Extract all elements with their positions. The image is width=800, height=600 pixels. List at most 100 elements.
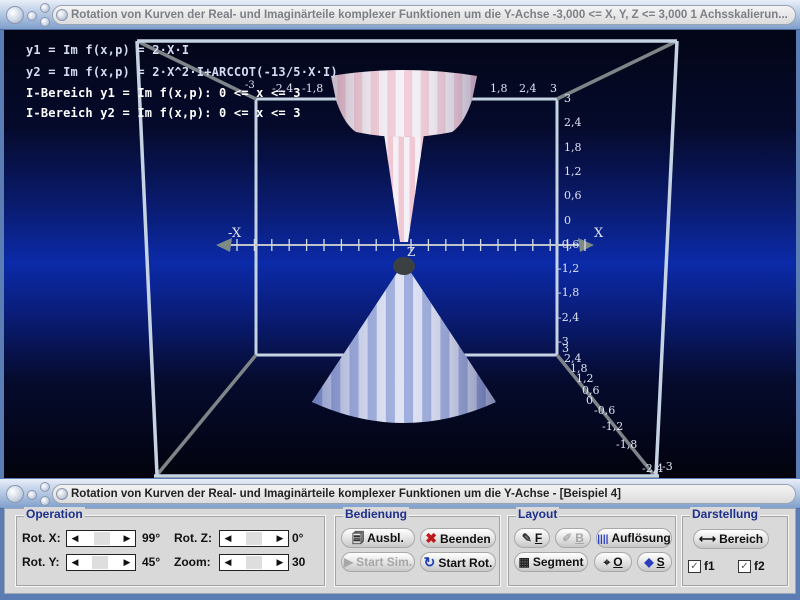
slider-thumb[interactable] [246,532,262,545]
bedienung-title: Bedienung [343,507,409,521]
range-y1: I-Bereich y1 = Im f(x,p): 0 <= x <= 3 [26,86,301,100]
zoom-slider[interactable]: ◀ ▶ [219,554,289,571]
panel-maximize-button[interactable] [40,482,50,492]
light-b-button[interactable]: ✐ B [555,528,591,548]
diagonal-axis-tick-label: -1,2 [602,420,624,433]
crosshair-icon: ⌖ [603,555,611,569]
scroll-left-icon[interactable]: ◀ [68,531,82,546]
layout-title: Layout [516,507,560,521]
scroll-left-icon[interactable]: ◀ [68,555,82,570]
neg-x-axis-label: -X [228,226,242,241]
diagonal-axis-tick-label: -0,6 [594,404,616,417]
maximize-window-button[interactable] [40,3,50,13]
f2-label: f2 [754,559,765,573]
cone-tip-cap [393,257,415,275]
control-panel: Operation Rot. X: ◀ ▶ 99° Rot. Y: ◀ ▶ 45° … [4,507,796,594]
bedienung-group: Bedienung 🗐 Ausbl. ✖ Beenden ▶ Start Sim. ↻… [334,507,501,587]
f1-checkbox[interactable]: ✓ [688,560,701,573]
scroll-right-icon[interactable]: ▶ [273,555,287,570]
window-title-field: Rotation von Kurven der Real- und Imagin… [52,5,796,25]
document-icon: 🗐 [352,531,365,545]
panel-title: Rotation von Kurven der Real- und Imagin… [71,488,621,500]
panel-window-controls [4,481,54,507]
bereich-button[interactable]: ⟷ Bereich [693,529,769,549]
restore-window-button[interactable] [40,17,50,27]
diagonal-axis-tick-label: -1,8 [616,438,638,451]
darstellung-group: Darstellung ⟷ Bereich ✓ f1 ✓ f2 [681,507,789,587]
top-tick: -2,4 [272,82,294,95]
scroll-right-icon[interactable]: ▶ [120,555,134,570]
rot-x-value: 99° [142,531,161,545]
start-sim-button[interactable]: ▶ Start Sim. [341,552,415,572]
right-axis-tick-label: -2,4 [558,310,580,324]
surface-stripe [398,134,405,242]
top-tick: -3 [245,80,255,91]
surface-stripe [470,70,477,137]
3d-plot-viewport[interactable]: y1 = Im f(x,p) = 2·X·I y2 = Im f(x,p) = … [4,30,796,478]
zoom-value: 30 [292,555,306,569]
right-axis-tick-label: -0,6 [558,237,580,251]
panel-minimize-button[interactable] [27,490,37,500]
minimize-window-button[interactable] [27,11,37,21]
app-window: Rotation von Kurven der Real- und Imagin… [0,0,800,600]
panel-title-bar[interactable]: Rotation von Kurven der Real- und Imagin… [0,479,800,509]
surface-stripe [384,134,388,242]
scroll-left-icon[interactable]: ◀ [221,555,235,570]
brush-icon: ✎ [521,531,532,545]
panel-close-button[interactable] [6,485,24,503]
surface-stripe [387,134,394,242]
layout-group: Layout ✎ F ✐ B |||| Auflösung ▦ Segment ⌖ O ◆… [507,507,677,587]
aufloesung-button[interactable]: |||| Auflösung [596,528,672,548]
panel-title-field: Rotation von Kurven der Real- und Imagin… [52,484,796,504]
grid-icon: ▦ [518,555,530,569]
window-controls [4,2,54,28]
resolution-icon: |||| [597,534,609,545]
close-x-icon: ✖ [425,530,438,546]
f1-label: f1 [704,559,715,573]
slider-thumb[interactable] [94,532,111,545]
scroll-right-icon[interactable]: ▶ [273,531,287,546]
beenden-button[interactable]: ✖ Beenden [420,528,496,548]
slider-thumb[interactable] [246,556,262,569]
pos-x-axis-label: X [594,226,604,241]
right-axis-tick-label: 2,4 [564,116,582,130]
scroll-right-icon[interactable]: ▶ [120,531,134,546]
f2-checkbox[interactable]: ✓ [738,560,751,573]
window-title: Rotation von Kurven der Real- und Imagin… [71,9,788,21]
rot-y-slider[interactable]: ◀ ▶ [66,554,136,571]
panel-restore-button[interactable] [40,496,50,506]
scroll-left-icon[interactable]: ◀ [221,531,235,546]
segment-button[interactable]: ▦ Segment [514,552,588,572]
close-window-button[interactable] [6,6,24,24]
formula-y1: y1 = Im f(x,p) = 2·X·I [26,43,190,57]
origin-o-button[interactable]: ⌖ O [594,552,632,572]
right-axis-tick-label: 0,6 [564,189,582,203]
title-dot-icon [56,488,68,500]
operation-title: Operation [24,507,85,521]
top-tick: 2,4 [519,82,537,95]
right-axis-tick-label: -1,8 [558,286,580,300]
rot-z-slider[interactable]: ◀ ▶ [219,530,289,547]
surface-s-button[interactable]: ◆ S [637,552,672,572]
slider-thumb[interactable] [91,556,108,569]
rot-x-label: Rot. X: [22,531,61,545]
surface-stripe [393,134,399,242]
lower-cone-shading [312,262,496,423]
title-dot-icon [56,9,68,21]
ausblenden-button[interactable]: 🗐 Ausbl. [341,528,415,548]
right-axis-tick-label: 1,8 [564,140,582,154]
start-rot-button[interactable]: ↻ Start Rot. [420,552,496,572]
rot-x-slider[interactable]: ◀ ▶ [66,530,136,547]
rot-z-label: Rot. Z: [174,531,212,545]
right-axis-tick-label: 3 [564,92,571,105]
top-tick: -1,8 [302,82,324,95]
range-y2: I-Bereich y2 = Im f(x,p): 0 <= x <= 3 [26,106,301,120]
flashlight-icon: ✐ [562,531,573,545]
x-axis-pos-arrow-icon [578,238,594,252]
right-axis-tick-label: 1,2 [564,164,582,178]
diagonal-axis-tick-label: 0 [586,394,593,407]
diagonal-axis-tick-label: -3 [662,460,673,473]
surface-stripe [404,134,410,242]
color-f-button[interactable]: ✎ F [514,528,550,548]
main-title-bar[interactable]: Rotation von Kurven der Real- und Imagin… [0,0,800,30]
